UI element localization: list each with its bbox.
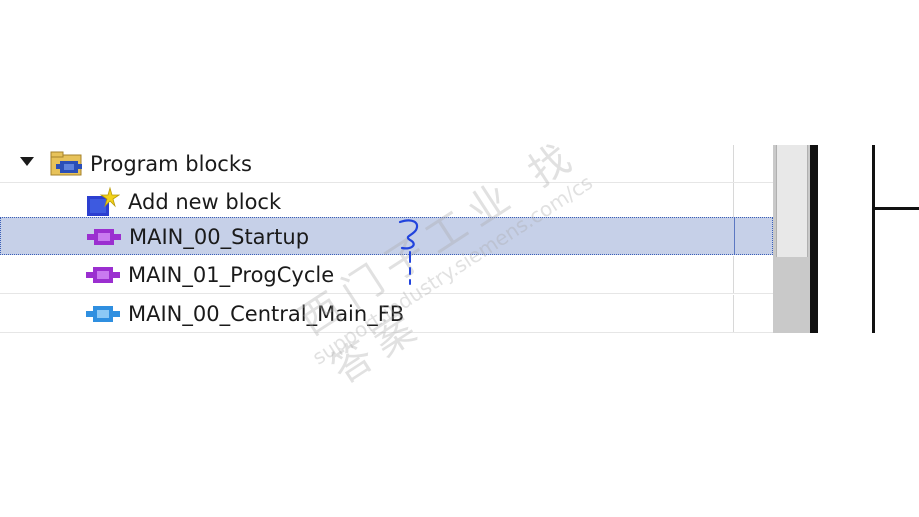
expand-arrow-icon[interactable]	[20, 157, 34, 166]
panel-border	[810, 145, 818, 333]
project-tree-panel: Program blocks Add new block MAIN_00_Sta…	[0, 145, 773, 333]
tree-item-main-00-central-main-fb[interactable]: MAIN_00_Central_Main_FB	[0, 295, 773, 333]
fb-block-icon	[86, 303, 120, 329]
diagram-horizontal-line	[872, 207, 919, 210]
tree-node-label: Program blocks	[90, 152, 252, 176]
tree-item-add-new-block[interactable]: Add new block	[0, 183, 773, 221]
tree-item-label: MAIN_01_ProgCycle	[128, 263, 335, 287]
diagram-vertical-line	[872, 145, 875, 333]
handwritten-annotation-icon	[398, 219, 419, 285]
tree-item-label: Add new block	[128, 190, 282, 214]
tree-node-program-blocks[interactable]: Program blocks	[0, 145, 773, 183]
column-divider	[733, 295, 734, 332]
column-divider	[733, 183, 734, 220]
tree-item-label: MAIN_00_Startup	[129, 225, 310, 249]
column-divider	[733, 145, 734, 182]
ob-block-icon	[87, 226, 121, 252]
tree-item-label: MAIN_00_Central_Main_FB	[128, 302, 405, 326]
column-divider	[733, 256, 734, 293]
program-blocks-folder-icon	[50, 151, 84, 181]
ob-block-icon	[86, 264, 120, 290]
tree-item-main-01-progcycle[interactable]: MAIN_01_ProgCycle	[0, 256, 773, 294]
column-divider	[734, 218, 735, 254]
tree-item-main-00-startup[interactable]: MAIN_00_Startup	[0, 217, 773, 255]
scrollbar-thumb[interactable]	[776, 145, 808, 257]
